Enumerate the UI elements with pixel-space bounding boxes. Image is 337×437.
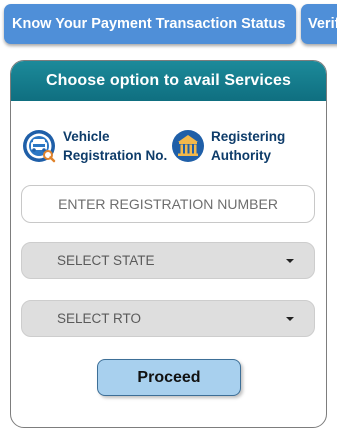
rto-select[interactable]: SELECT RTO	[21, 300, 315, 337]
services-card: Choose option to avail Services Vehicle …	[10, 60, 327, 428]
state-select-value: SELECT STATE	[57, 253, 155, 268]
option-vehicle-registration-label: Vehicle Registration No.	[63, 129, 168, 163]
chevron-down-icon	[286, 317, 294, 321]
registering-authority-icon	[172, 130, 204, 162]
option-registering-authority-label: Registering Authority	[211, 129, 286, 163]
proceed-button[interactable]: Proceed	[97, 359, 241, 396]
tab-verify[interactable]: Verify	[301, 4, 337, 44]
option-registering-authority[interactable]: Registering Authority	[171, 127, 285, 165]
page: Know Your Payment Transaction Status Ver…	[0, 0, 337, 437]
chevron-down-icon	[286, 259, 294, 263]
registration-number-input[interactable]	[21, 185, 315, 223]
state-select[interactable]: SELECT STATE	[21, 242, 315, 279]
tab-payment-transaction-status[interactable]: Know Your Payment Transaction Status	[4, 4, 296, 44]
card-title: Choose option to avail Services	[11, 61, 326, 101]
vehicle-registration-icon	[23, 130, 56, 163]
option-vehicle-registration[interactable]: Vehicle Registration No.	[22, 127, 167, 165]
rto-select-value: SELECT RTO	[57, 311, 142, 326]
